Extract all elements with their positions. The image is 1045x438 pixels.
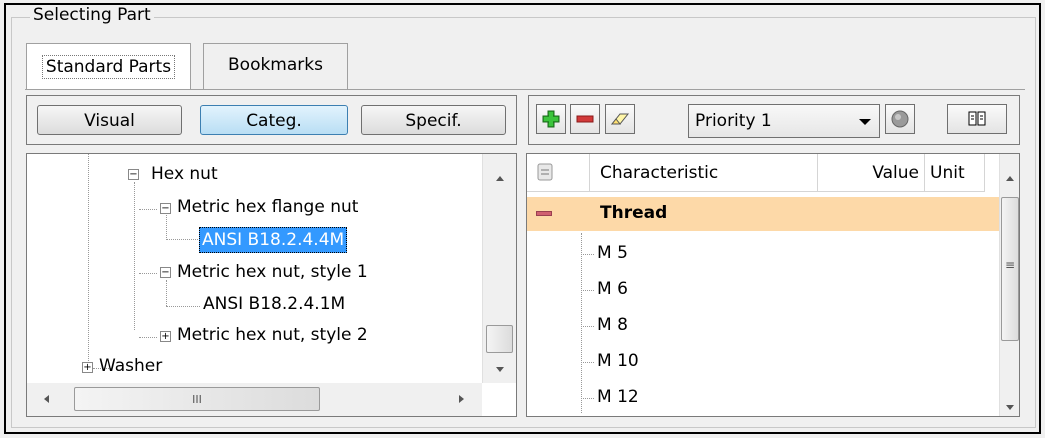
tab-bookmarks[interactable]: Bookmarks <box>203 43 348 90</box>
group-title: Selecting Part <box>30 5 154 25</box>
categ-button[interactable]: Categ. <box>200 105 348 135</box>
collapse-group-icon[interactable] <box>536 211 552 216</box>
tab-bookmarks-label: Bookmarks <box>228 55 323 75</box>
column-characteristic[interactable]: Characteristic <box>590 154 818 192</box>
category-tree: − Hex nut − Metric hex flange nut ANSI B… <box>26 153 517 417</box>
collapse-icon[interactable]: − <box>160 267 171 278</box>
group-row-thread[interactable]: Thread <box>527 197 999 231</box>
column-unit[interactable]: Unit <box>925 154 985 192</box>
chevron-down-icon <box>859 119 871 125</box>
list-item[interactable]: M 5 <box>597 243 628 263</box>
scroll-down-icon[interactable] <box>1006 405 1014 410</box>
column-value[interactable]: Value <box>818 154 925 192</box>
tab-divider <box>25 89 1025 90</box>
scroll-right-icon[interactable] <box>459 395 464 403</box>
scroll-left-icon[interactable] <box>44 395 49 403</box>
green-plus-icon <box>542 110 560 128</box>
group-label: Thread <box>600 203 668 223</box>
scroll-down-icon[interactable] <box>496 367 504 372</box>
book-button[interactable] <box>947 104 1007 134</box>
eraser-icon <box>610 113 630 125</box>
priority-value: Priority 1 <box>695 111 772 131</box>
grid-vscroll-thumb[interactable]: ≡ <box>1001 197 1019 341</box>
list-item[interactable]: M 12 <box>597 387 639 407</box>
clear-button[interactable] <box>605 104 635 134</box>
remove-button[interactable] <box>570 104 600 134</box>
tree-node-hex-nut[interactable]: Hex nut <box>151 164 218 184</box>
priority-select[interactable]: Priority 1 <box>688 104 880 138</box>
grid-vertical-scrollbar[interactable]: ≡ <box>999 154 1019 416</box>
tree-node-metric-hex-nut-style1[interactable]: Metric hex nut, style 1 <box>177 262 368 282</box>
tree-node-metric-hex-flange-nut[interactable]: Metric hex flange nut <box>177 197 358 217</box>
tab-standard-parts[interactable]: Standard Parts <box>26 43 191 90</box>
tab-standard-parts-label: Standard Parts <box>41 55 176 79</box>
grid-select-all-header[interactable] <box>527 154 590 192</box>
tree-horizontal-scrollbar[interactable]: III <box>27 383 482 416</box>
characteristics-grid: Characteristic Value Unit Thread M 5 M 6… <box>526 153 1020 417</box>
scroll-up-icon[interactable] <box>496 176 504 181</box>
visual-button[interactable]: Visual <box>37 105 182 135</box>
add-button[interactable] <box>536 104 566 134</box>
tree-node-metric-hex-nut-style2[interactable]: Metric hex nut, style 2 <box>177 325 368 345</box>
scroll-up-icon[interactable] <box>1006 176 1014 181</box>
globe-icon <box>891 110 909 128</box>
specif-button[interactable]: Specif. <box>361 105 506 135</box>
tree-vscroll-thumb[interactable] <box>486 325 513 353</box>
tree-node-washer[interactable]: Washer <box>99 356 162 376</box>
list-item[interactable]: M 8 <box>597 315 628 335</box>
book-icon <box>968 111 986 126</box>
expand-icon[interactable]: + <box>160 331 171 342</box>
tree-vertical-scrollbar[interactable] <box>482 154 516 383</box>
collapse-icon[interactable]: − <box>160 203 171 214</box>
tree-hscroll-thumb[interactable]: III <box>74 387 320 411</box>
list-item[interactable]: M 10 <box>597 351 639 371</box>
collapse-icon[interactable]: − <box>128 169 139 180</box>
tree-node-ansi-1m[interactable]: ANSI B18.2.4.1M <box>203 294 345 314</box>
list-icon <box>537 163 553 181</box>
tree-node-ansi-4m[interactable]: ANSI B18.2.4.4M <box>199 227 348 253</box>
list-item[interactable]: M 6 <box>597 279 628 299</box>
expand-icon[interactable]: + <box>82 362 93 373</box>
red-minus-icon <box>576 115 594 123</box>
globe-button[interactable] <box>885 104 915 134</box>
